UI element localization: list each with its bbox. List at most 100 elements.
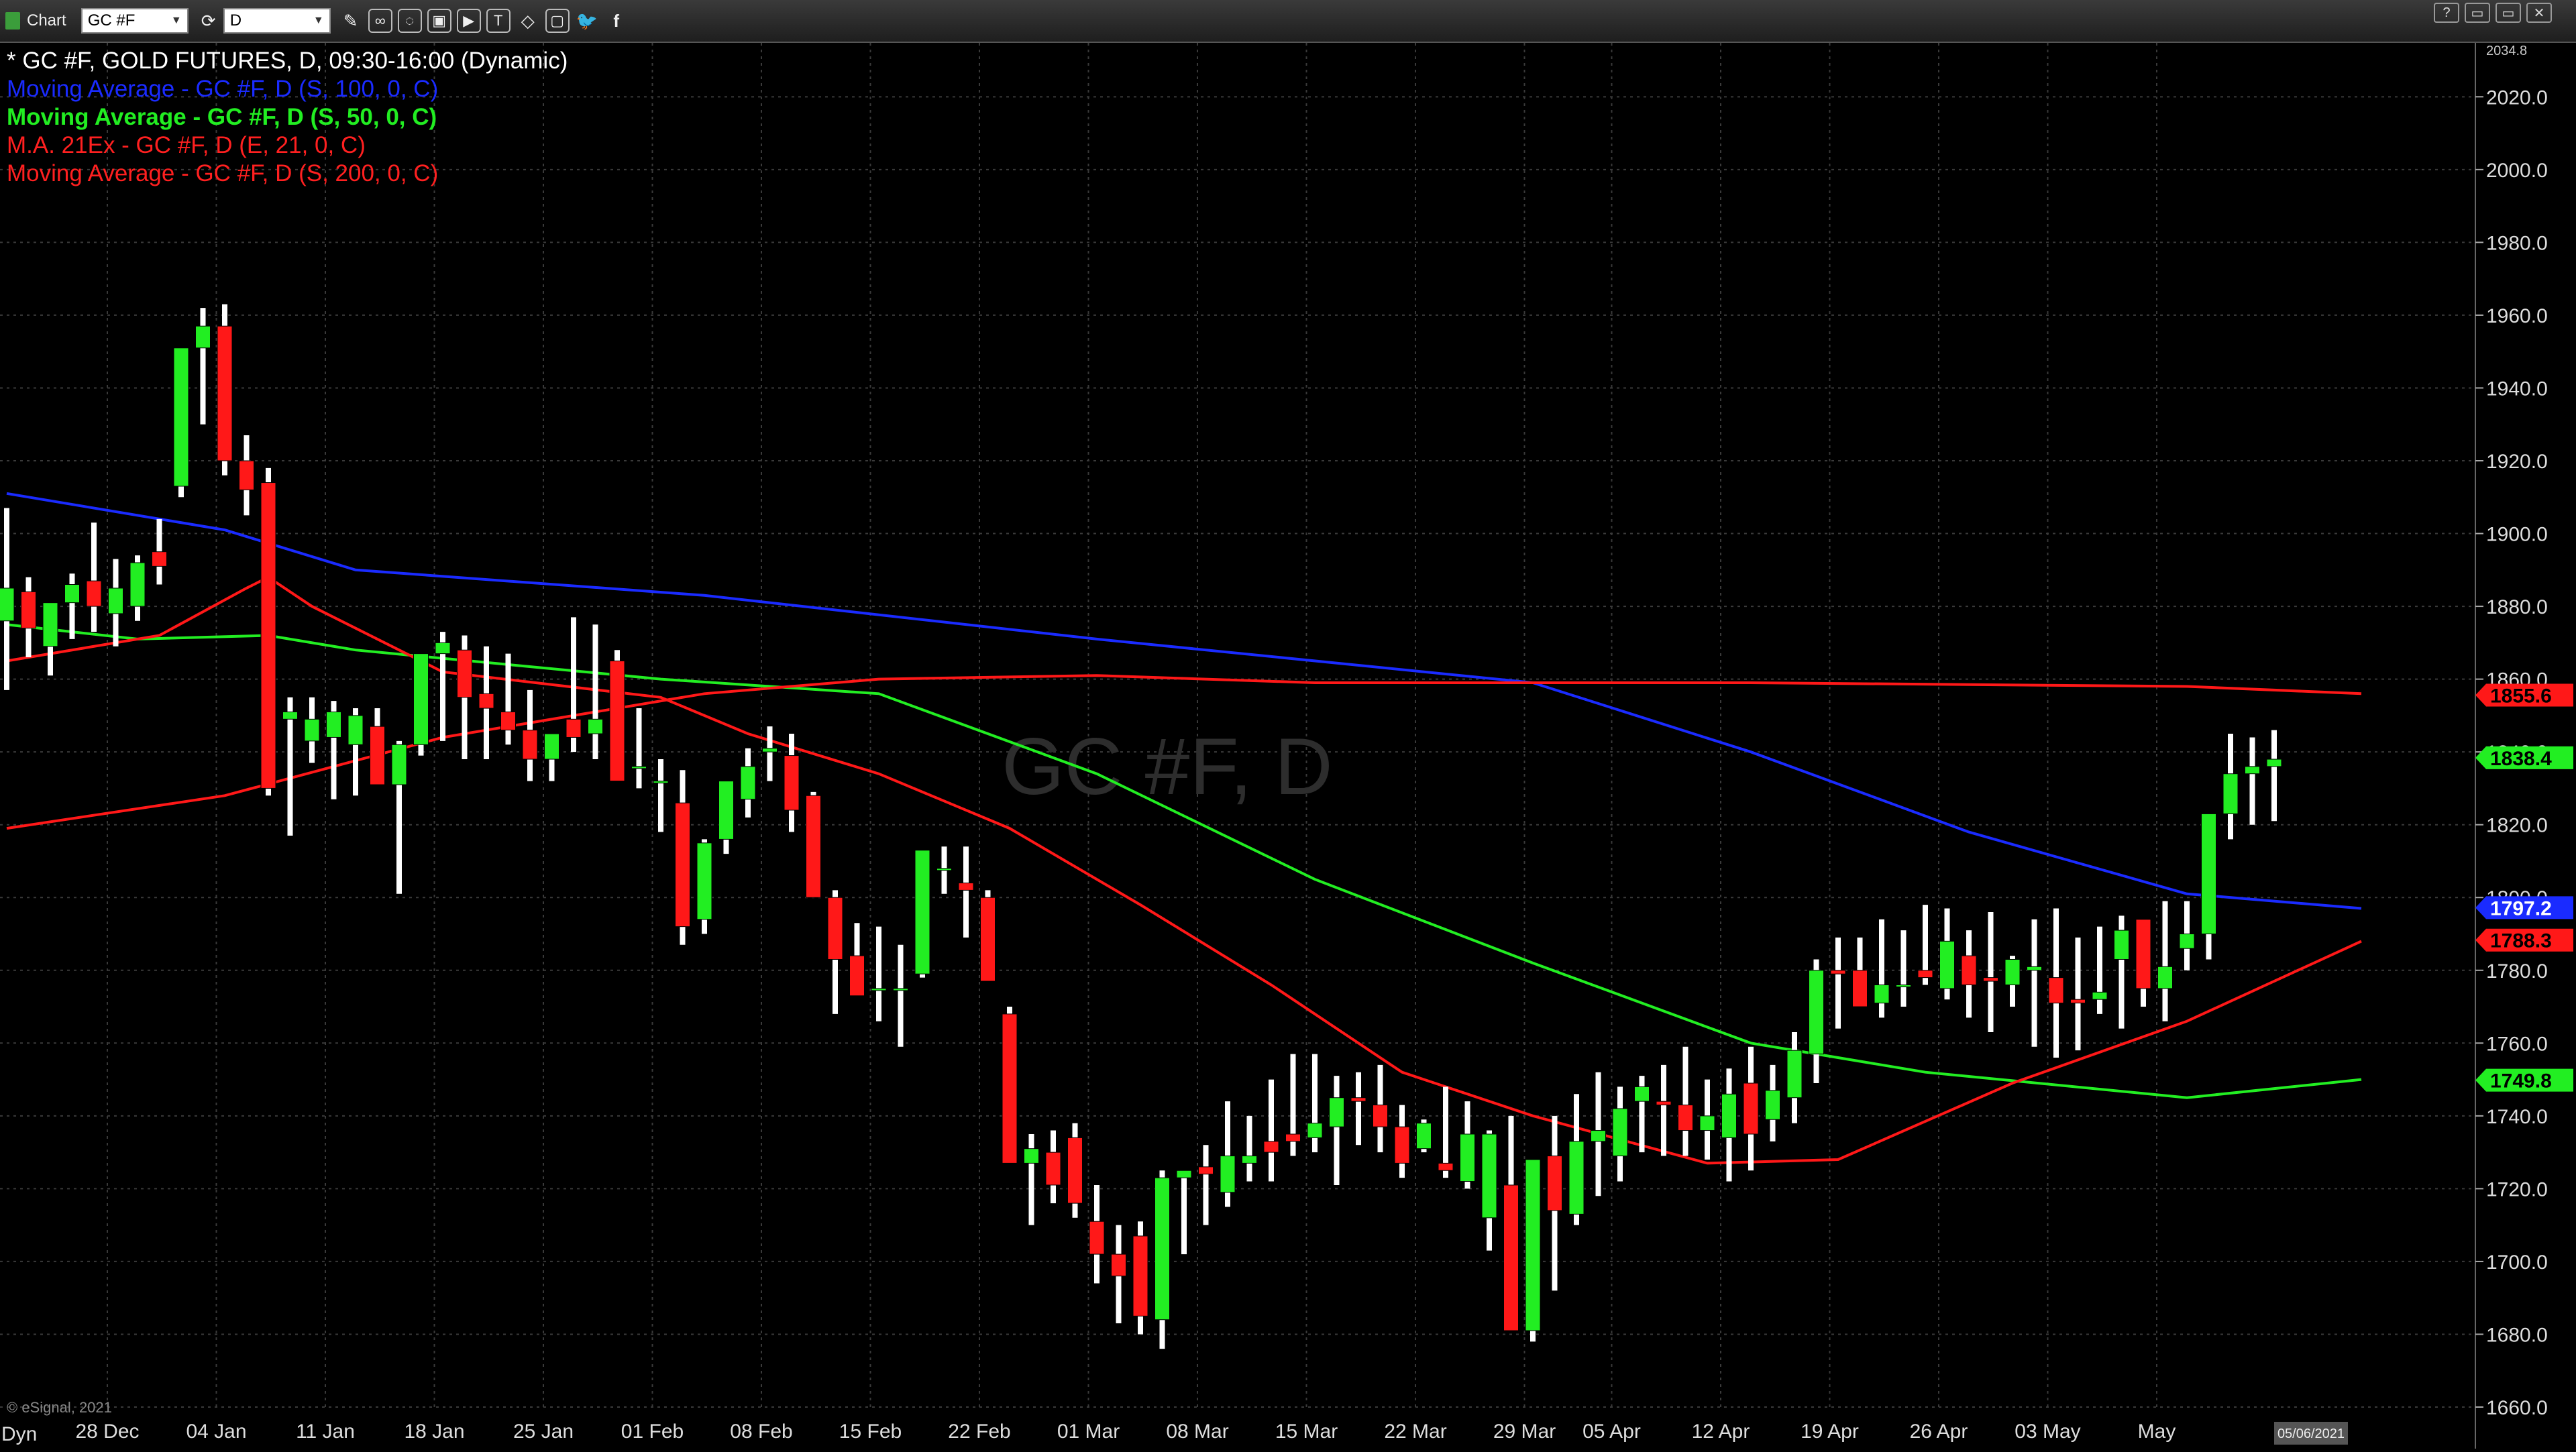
candle[interactable]: [675, 770, 690, 945]
time-axis[interactable]: 28 Dec 04 Jan 11 Jan 18 Jan 25 Jan 01 Feb 08 F…: [75, 1420, 2348, 1445]
candle[interactable]: [588, 624, 603, 760]
play-icon[interactable]: ▶: [456, 9, 481, 33]
candle[interactable]: [457, 635, 472, 760]
candle[interactable]: [1155, 1170, 1170, 1349]
candle[interactable]: [849, 923, 865, 997]
maximize-button[interactable]: ▭: [2496, 3, 2521, 23]
candle[interactable]: [1307, 1054, 1323, 1153]
candle[interactable]: [1220, 1101, 1236, 1207]
minimize-button[interactable]: ▭: [2465, 3, 2490, 23]
candle[interactable]: [696, 839, 712, 934]
candle[interactable]: [195, 308, 211, 425]
candle[interactable]: [1765, 1064, 1780, 1141]
candle[interactable]: [1525, 1159, 1541, 1342]
candle[interactable]: [1786, 1032, 1803, 1123]
candle[interactable]: [1591, 1072, 1606, 1196]
candle[interactable]: [1699, 1079, 1715, 1160]
candle[interactable]: [86, 522, 102, 632]
candle[interactable]: [2004, 956, 2021, 1007]
legend-item-ma100[interactable]: Moving Average - GC #F, D (S, 100, 0, C): [7, 75, 568, 103]
link-icon[interactable]: ∞: [368, 9, 392, 33]
candle[interactable]: [1045, 1130, 1061, 1204]
candle[interactable]: [2179, 901, 2195, 970]
candle[interactable]: [1416, 1119, 1432, 1153]
candle[interactable]: [1568, 1094, 1585, 1225]
candle[interactable]: [2070, 937, 2086, 1051]
price-chart[interactable]: GC #F, D 1660.0 1680.0 1700.0 1720.0 1740.0 1…: [0, 43, 2576, 1449]
candle[interactable]: [1503, 1115, 1519, 1331]
candle[interactable]: [2114, 915, 2129, 1029]
candle[interactable]: [1067, 1123, 1083, 1218]
candle[interactable]: [239, 435, 254, 516]
candle[interactable]: [1089, 1184, 1105, 1284]
candle[interactable]: [740, 748, 756, 818]
legend-item-ema21[interactable]: M.A. 21Ex - GC #F, D (E, 21, 0, C): [7, 131, 568, 160]
candle[interactable]: [1612, 1086, 1628, 1182]
candle[interactable]: [762, 726, 777, 781]
candle[interactable]: [2245, 737, 2260, 825]
candle[interactable]: [1329, 1076, 1344, 1185]
candle[interactable]: [566, 617, 582, 752]
candle[interactable]: [936, 846, 952, 894]
dyn-label[interactable]: Dyn: [1, 1423, 37, 1446]
legend-item-ma50[interactable]: Moving Average - GC #F, D (S, 50, 0, C): [7, 103, 568, 131]
candle[interactable]: [1132, 1221, 1148, 1335]
candle[interactable]: [1656, 1064, 1672, 1156]
candle[interactable]: [1460, 1101, 1475, 1189]
text-icon[interactable]: T: [486, 9, 511, 33]
candle[interactable]: [2135, 919, 2151, 1007]
candle[interactable]: [718, 781, 734, 854]
chat-bubble-icon[interactable]: ▢: [545, 9, 570, 33]
candle[interactable]: [282, 697, 298, 836]
candle[interactable]: [1285, 1054, 1301, 1156]
candle[interactable]: [21, 577, 36, 658]
candle[interactable]: [2201, 813, 2216, 960]
candle[interactable]: [435, 632, 451, 741]
legend-item-ma200[interactable]: Moving Average - GC #F, D (S, 200, 0, C): [7, 160, 568, 188]
candle[interactable]: [1547, 1115, 1562, 1291]
shapes-icon[interactable]: ◇: [516, 9, 540, 33]
candle[interactable]: [1917, 905, 1933, 985]
candle[interactable]: [1721, 1068, 1737, 1182]
close-button[interactable]: ✕: [2526, 3, 2552, 23]
candle[interactable]: [1373, 1064, 1388, 1153]
candle[interactable]: [1874, 919, 1890, 1018]
candle[interactable]: [806, 791, 821, 898]
candle[interactable]: [1481, 1130, 1497, 1251]
candle[interactable]: [1830, 937, 1846, 1029]
candle[interactable]: [631, 708, 647, 789]
candle[interactable]: [1438, 1086, 1454, 1178]
candle[interactable]: [522, 689, 538, 781]
price-axis[interactable]: 1660.0 1680.0 1700.0 1720.0 1740.0 1760.0 1780…: [2475, 43, 2576, 1449]
chat-icon[interactable]: ◌: [397, 9, 422, 33]
candle[interactable]: [108, 559, 123, 647]
candle[interactable]: [2157, 901, 2173, 1021]
candle[interactable]: [1896, 930, 1911, 1007]
candle[interactable]: [1002, 1007, 1018, 1164]
candle[interactable]: [2222, 734, 2239, 840]
help-button[interactable]: ?: [2434, 3, 2459, 23]
candle[interactable]: [871, 926, 887, 1021]
candle[interactable]: [653, 759, 669, 832]
candle[interactable]: [1242, 1115, 1257, 1182]
price-chart-svg[interactable]: GC #F, D 1660.01680.01700.01720.01740.01…: [0, 43, 2576, 1449]
candle[interactable]: [2266, 730, 2282, 822]
candle[interactable]: [1961, 930, 1977, 1018]
candle[interactable]: [1024, 1133, 1039, 1225]
candle[interactable]: [152, 518, 167, 585]
twitter-icon[interactable]: 🐦: [575, 9, 599, 33]
candle[interactable]: [914, 850, 930, 978]
candle[interactable]: [1678, 1046, 1693, 1156]
candle[interactable]: [980, 890, 996, 982]
candle[interactable]: [609, 650, 625, 782]
candle[interactable]: [500, 653, 516, 745]
candle[interactable]: [173, 347, 189, 498]
candle[interactable]: [42, 602, 58, 676]
candle[interactable]: [1176, 1170, 1192, 1255]
candle[interactable]: [2048, 908, 2064, 1058]
candle[interactable]: [1852, 937, 1868, 1007]
candle[interactable]: [370, 708, 385, 785]
interval-combo[interactable]: D ▼: [223, 8, 331, 34]
candle[interactable]: [1111, 1225, 1126, 1324]
pencil-icon[interactable]: ✎: [339, 9, 363, 33]
